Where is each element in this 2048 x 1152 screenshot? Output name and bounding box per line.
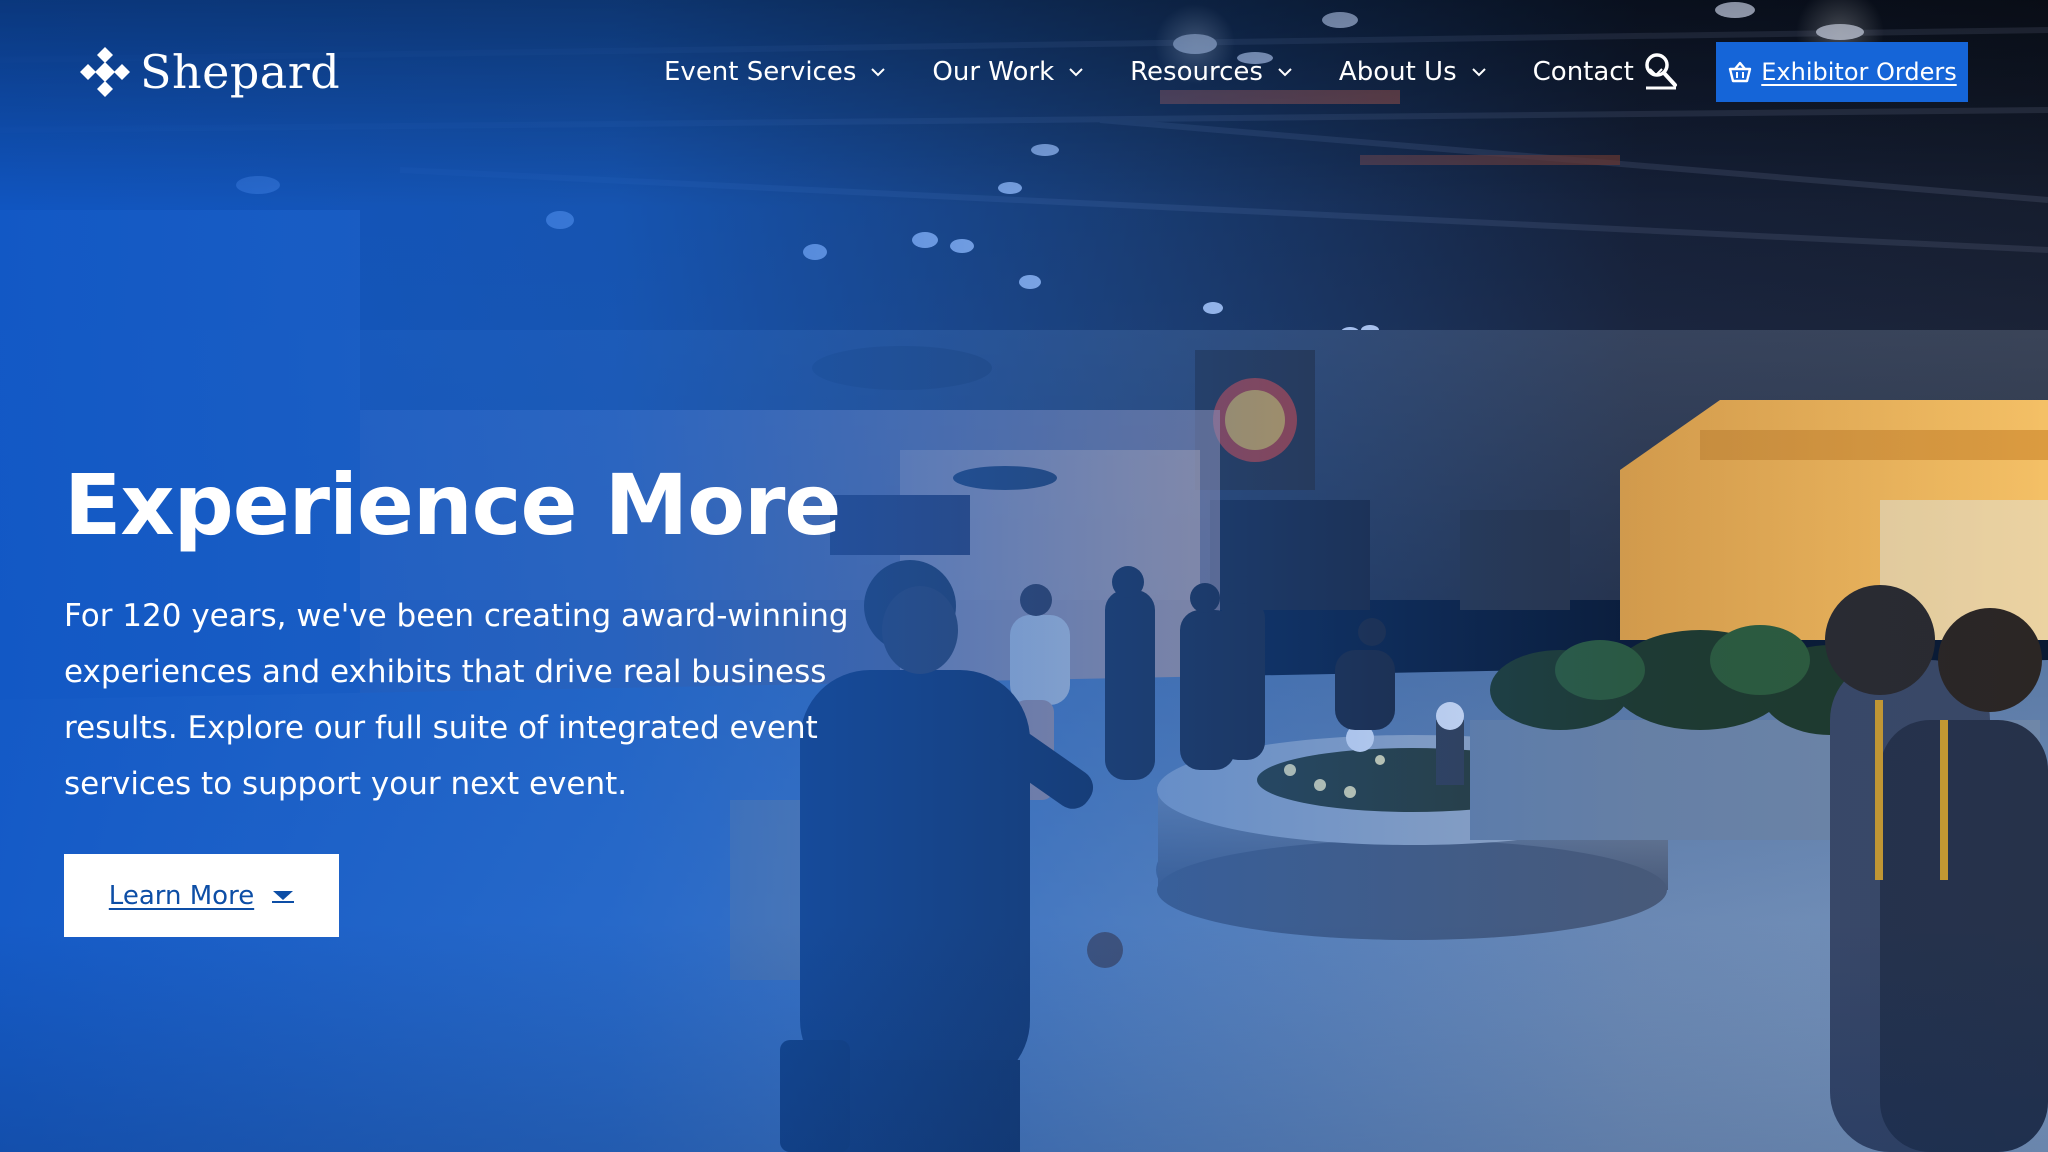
nav-item-event-services[interactable]: Event Services <box>664 57 886 87</box>
chevron-down-icon <box>1471 68 1486 77</box>
hero-headline: Experience More <box>64 456 841 554</box>
top-shade-overlay <box>0 0 2048 1152</box>
main-nav: Event Services Our Work Resources About … <box>664 50 1710 94</box>
exhibitor-orders-button[interactable]: Exhibitor Orders <box>1716 42 1968 102</box>
learn-more-label: Learn More <box>108 880 255 911</box>
chevron-down-icon <box>1278 68 1292 77</box>
nav-item-label: About Us <box>1338 57 1457 87</box>
nav-item-label: Resources <box>1130 57 1263 87</box>
search-icon <box>1645 53 1677 90</box>
chevron-down-icon <box>871 68 886 77</box>
search-button[interactable] <box>1644 52 1678 90</box>
hero-description: For 120 years, we've been creating award… <box>64 598 849 802</box>
shepard-logo[interactable]: Shepard <box>78 40 340 104</box>
hero-section: Shepard Event Services Our Work Resource… <box>0 0 2048 1152</box>
exhibitor-orders-label: Exhibitor Orders <box>1761 58 1957 86</box>
nav-item-resources[interactable]: Resources <box>1130 57 1293 87</box>
shopping-basket-icon <box>1729 61 1752 83</box>
caret-down-icon <box>272 890 295 903</box>
chevron-down-icon <box>1069 68 1083 77</box>
nav-item-our-work[interactable]: Our Work <box>932 57 1084 87</box>
site-header: Shepard Event Services Our Work Resource… <box>0 0 2048 145</box>
shepard-diamond-logo-icon <box>80 47 130 97</box>
nav-item-label: Contact <box>1532 57 1634 87</box>
learn-more-button[interactable]: Learn More <box>64 854 339 937</box>
brand-name: Shepard <box>140 45 341 99</box>
nav-item-label: Our Work <box>932 57 1055 87</box>
nav-item-label: Event Services <box>664 57 857 87</box>
nav-item-about-us[interactable]: About Us <box>1339 57 1487 87</box>
